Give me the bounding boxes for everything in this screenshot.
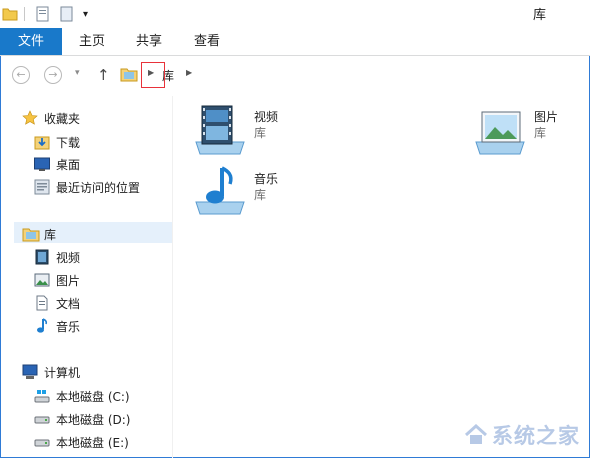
music-icon [34,318,50,334]
music-library-icon [192,166,248,218]
folder-icon[interactable] [2,6,18,22]
house-logo-icon [464,424,488,444]
nav-item-label: 图片 [56,273,81,288]
nav-item-drive-e[interactable]: 本地磁盘 (E:) [34,432,129,452]
library-item-music[interactable]: 音乐 库 [192,166,278,218]
pictures-icon [34,272,50,288]
pane-divider [172,96,173,458]
window-title: 库 [532,8,546,23]
nav-item-label: 下载 [56,135,81,150]
drive-icon [34,411,50,427]
video-icon [34,249,50,265]
nav-item-label: 桌面 [56,157,81,172]
nav-item-recent-places[interactable]: 最近访问的位置 [34,177,140,197]
library-type: 库 [534,126,547,140]
nav-item-documents[interactable]: 文档 [34,293,80,313]
download-folder-icon [34,134,50,150]
library-item-pictures[interactable]: 图片 库 [472,104,558,156]
library-item-videos[interactable]: 视频 库 [192,104,278,156]
nav-computer[interactable]: 计算机 [22,362,80,382]
nav-item-label: 视频 [56,250,81,265]
star-icon [22,110,38,126]
address-row: ← → ▾ ↑ ▶ 库 ▶ [0,56,590,96]
nav-item-label: 最近访问的位置 [56,180,141,195]
customize-quick-access-icon[interactable]: ▾ [83,6,88,22]
quick-access-separator [24,7,25,21]
system-drive-icon [34,388,50,404]
nav-favorites[interactable]: 收藏夹 [22,108,80,128]
nav-item-music[interactable]: 音乐 [34,316,80,336]
watermark: 系统之家 [464,420,580,450]
breadcrumb-separator-icon[interactable]: ▶ [186,68,192,77]
library-name: 图片 [534,110,559,124]
tab-share[interactable]: 共享 [131,28,167,55]
library-type: 库 [254,126,267,140]
libraries-icon [22,226,40,242]
nav-computer-label: 计算机 [44,365,81,380]
library-name: 音乐 [254,172,279,186]
nav-item-videos[interactable]: 视频 [34,247,80,267]
highlight-box [141,62,165,88]
nav-item-label: 音乐 [56,319,81,334]
tab-view[interactable]: 查看 [189,28,225,55]
title-bar: ▾ 库 [0,0,590,28]
back-button[interactable]: ← [12,66,30,84]
libraries-icon [120,66,138,85]
library-type: 库 [254,188,267,202]
nav-item-downloads[interactable]: 下载 [34,132,80,152]
nav-item-desktop[interactable]: 桌面 [34,154,80,174]
documents-icon [34,295,50,311]
forward-button[interactable]: → [44,66,62,84]
nav-item-label: 本地磁盘 (E:) [56,435,129,450]
watermark-text: 系统之家 [492,423,580,448]
new-folder-icon[interactable] [60,6,74,22]
properties-icon[interactable] [36,6,50,22]
desktop-icon [34,156,50,172]
nav-favorites-label: 收藏夹 [44,111,81,126]
tab-file[interactable]: 文件 [0,28,62,55]
library-name: 视频 [254,110,279,124]
navigation-pane: 收藏夹 下载 桌面 最近访问的位置 库 视频 图片 文档 音乐 计算机 本地磁盘… [0,96,172,458]
address-bar[interactable]: ▶ 库 ▶ [116,63,590,87]
video-library-icon [192,104,248,156]
nav-libraries-label: 库 [44,227,57,242]
nav-item-label: 本地磁盘 (D:) [56,412,131,427]
nav-item-drive-c[interactable]: 本地磁盘 (C:) [34,386,130,406]
ribbon-tabs: 文件 主页 共享 查看 [0,28,590,56]
nav-item-label: 本地磁盘 (C:) [56,389,130,404]
pictures-library-icon [472,104,528,156]
nav-item-label: 文档 [56,296,81,311]
computer-icon [22,364,38,380]
nav-item-pictures[interactable]: 图片 [34,270,80,290]
nav-item-drive-d[interactable]: 本地磁盘 (D:) [34,409,130,429]
nav-libraries[interactable]: 库 [22,224,56,244]
tab-home[interactable]: 主页 [74,28,110,55]
recent-locations-chevron-icon[interactable]: ▾ [75,68,80,78]
recent-places-icon [34,179,50,195]
drive-icon [34,434,50,450]
up-button[interactable]: ↑ [97,66,110,84]
